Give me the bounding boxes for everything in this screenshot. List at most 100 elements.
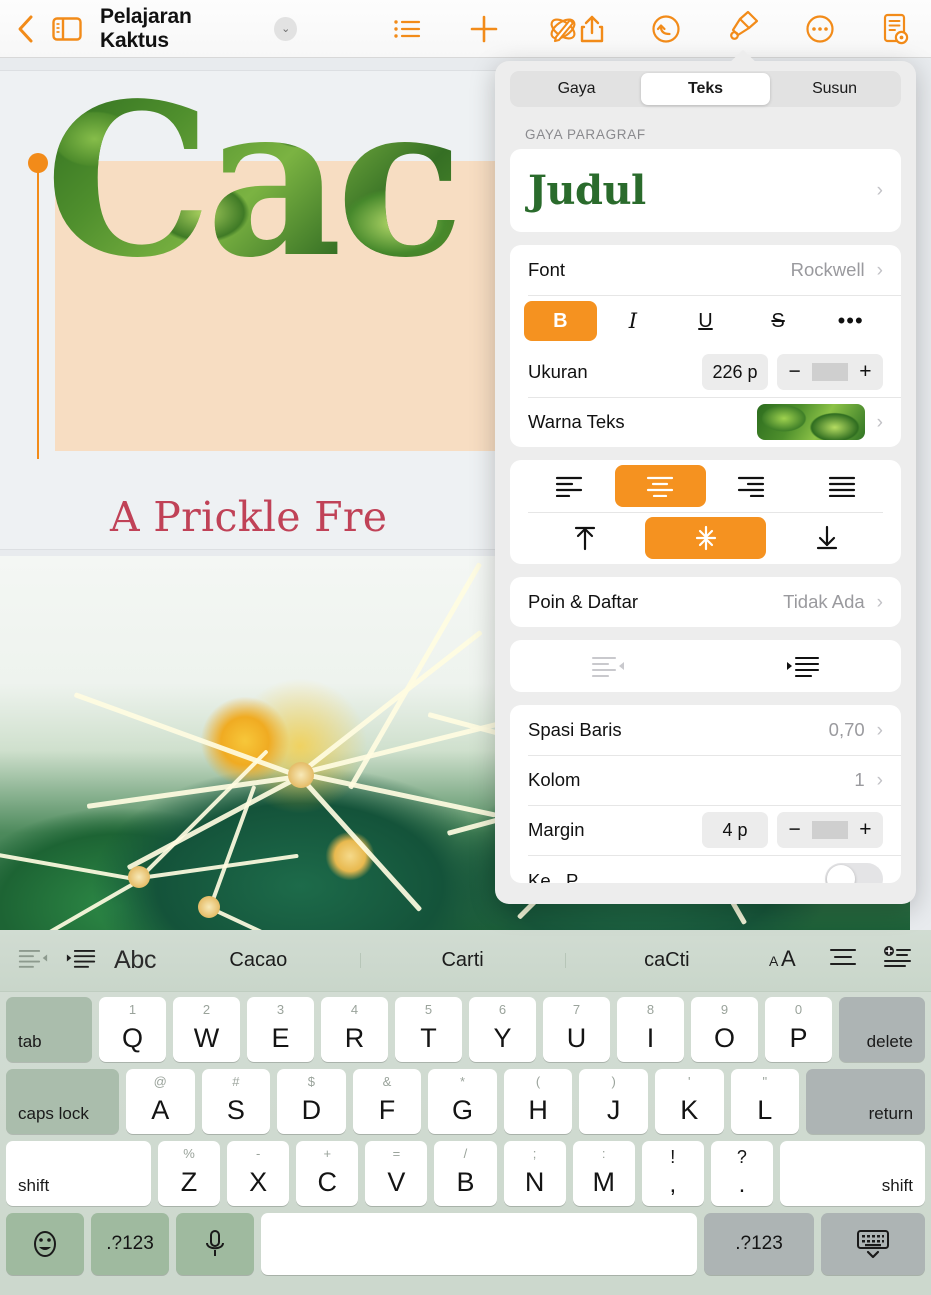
font-row[interactable]: Font Rockwell › (510, 245, 901, 295)
chevron-left-icon[interactable] (16, 14, 34, 44)
insert-list-icon[interactable] (883, 946, 911, 975)
size-increase-button[interactable]: + (848, 360, 883, 384)
key-numbers-left[interactable]: .?123 (91, 1213, 169, 1275)
key-y[interactable]: 6Y (469, 997, 536, 1062)
document-title[interactable]: Pelajaran Kaktus (100, 5, 256, 53)
media-draw-icon[interactable] (547, 13, 579, 45)
decrease-indent-icon[interactable] (18, 948, 48, 973)
columns-row[interactable]: Kolom 1 › (510, 755, 901, 805)
key-r[interactable]: 4R (321, 997, 388, 1062)
underline-button[interactable]: U (669, 301, 742, 341)
key-w[interactable]: 2W (173, 997, 240, 1062)
key-main: . (738, 1170, 746, 1198)
tab-teks[interactable]: Teks (641, 73, 770, 105)
key-u[interactable]: 7U (543, 997, 610, 1062)
key-shift-left[interactable]: shift (6, 1141, 151, 1206)
prediction-2[interactable]: Carti (360, 949, 564, 972)
key-z[interactable]: % Z (158, 1141, 221, 1206)
align-left-button[interactable] (524, 465, 615, 507)
strikethrough-button[interactable]: S (742, 301, 815, 341)
chevron-down-icon[interactable]: ⌄ (274, 16, 297, 41)
key-a[interactable]: @ A (126, 1069, 195, 1134)
key-return[interactable]: return (806, 1069, 926, 1134)
align-middle-button[interactable] (645, 517, 766, 559)
key-t[interactable]: 5T (395, 997, 462, 1062)
key-delete[interactable]: delete (839, 997, 925, 1062)
hide-keyboard-icon[interactable] (821, 1213, 925, 1275)
key-e[interactable]: 3E (247, 997, 314, 1062)
undo-icon[interactable] (651, 14, 681, 44)
prediction-3[interactable]: caCti (564, 949, 769, 972)
align-right-button[interactable] (706, 465, 797, 507)
key-d[interactable]: $ D (277, 1069, 346, 1134)
increase-indent-icon[interactable] (66, 948, 96, 973)
tab-gaya[interactable]: Gaya (512, 73, 641, 105)
cut-off-row[interactable]: Ke.. P... (510, 855, 901, 883)
key-m[interactable]: :M (572, 1141, 635, 1206)
document-options-icon[interactable] (881, 13, 909, 45)
sidebar-toggle-icon[interactable] (52, 16, 82, 42)
paragraph-style-row[interactable]: Judul › (510, 149, 901, 232)
align-bottom-button[interactable] (766, 517, 887, 559)
key-h[interactable]: (H (503, 1069, 573, 1134)
text-color-row[interactable]: Warna Teks › (510, 397, 901, 447)
cut-off-row-toggle[interactable] (825, 863, 883, 883)
line-spacing-row[interactable]: Spasi Baris 0,70 › (510, 705, 901, 755)
key-b[interactable]: / B (434, 1141, 497, 1206)
size-label: Ukuran (528, 361, 588, 382)
size-value[interactable]: 226 p (702, 354, 768, 390)
bullets-row[interactable]: Poin & Daftar Tidak Ada › (510, 577, 901, 627)
bold-button[interactable]: B (524, 301, 597, 341)
size-decrease-button[interactable]: − (777, 360, 812, 384)
key-period[interactable]: ?. (710, 1141, 773, 1206)
paragraph-align-icon[interactable] (829, 947, 857, 974)
margin-value[interactable]: 4 p (702, 812, 768, 848)
text-selection-handle-dot[interactable] (28, 153, 48, 173)
key-c[interactable]: + C (296, 1141, 359, 1206)
emoji-smiley-icon[interactable] (6, 1213, 84, 1275)
text-size-icon[interactable]: A A (769, 946, 803, 975)
key-numbers-right[interactable]: .?123 (704, 1213, 814, 1275)
key-space[interactable] (261, 1213, 697, 1275)
key-j[interactable]: ) J (579, 1069, 648, 1134)
tab-susun[interactable]: Susun (770, 73, 899, 105)
key-p[interactable]: 0P (765, 997, 832, 1062)
key-o[interactable]: 9O (691, 997, 758, 1062)
decrease-indent-button[interactable] (510, 655, 706, 677)
margin-decrease-button[interactable]: − (777, 818, 812, 842)
align-center-button[interactable] (614, 465, 706, 507)
list-view-icon[interactable] (393, 17, 421, 41)
key-comma[interactable]: !, (641, 1141, 704, 1206)
key-i[interactable]: 8I (617, 997, 684, 1062)
microphone-icon[interactable] (176, 1213, 254, 1275)
text-color-swatch[interactable] (756, 404, 865, 440)
margin-increase-button[interactable]: + (848, 818, 883, 842)
more-options-icon[interactable] (805, 14, 835, 44)
prediction-1[interactable]: Cacao (156, 949, 360, 972)
align-top-button[interactable] (524, 517, 645, 559)
key-g[interactable]: * G (428, 1069, 497, 1134)
italic-button[interactable]: I (597, 301, 670, 341)
bullets-value: Tidak Ada (783, 591, 865, 612)
text-selection-handle[interactable] (37, 169, 39, 459)
insert-add-icon[interactable] (469, 14, 499, 44)
more-text-options-button[interactable]: ••• (814, 301, 887, 341)
key-v[interactable]: = V (365, 1141, 428, 1206)
key-tab[interactable]: tab (6, 997, 92, 1062)
key-l[interactable]: " L (730, 1069, 800, 1134)
key-n[interactable]: ; N (503, 1141, 566, 1206)
key-s[interactable]: # S (201, 1069, 271, 1134)
align-justify-button[interactable] (796, 465, 887, 507)
key-shift-right[interactable]: shift (779, 1141, 925, 1206)
key-f[interactable]: & F (352, 1069, 422, 1134)
key-caps-lock[interactable]: caps lock (6, 1069, 119, 1134)
format-brush-icon[interactable] (727, 10, 759, 42)
increase-indent-button[interactable] (706, 655, 902, 677)
key-x[interactable]: -X (227, 1141, 290, 1206)
hero-title[interactable]: Cac (45, 76, 459, 286)
key-k[interactable]: ' K (654, 1069, 724, 1134)
share-icon[interactable] (579, 14, 605, 44)
hero-subtitle[interactable]: A Prickle Fre (110, 493, 387, 541)
key-q[interactable]: 1Q (99, 997, 166, 1062)
abc-label[interactable]: Abc (114, 946, 156, 975)
